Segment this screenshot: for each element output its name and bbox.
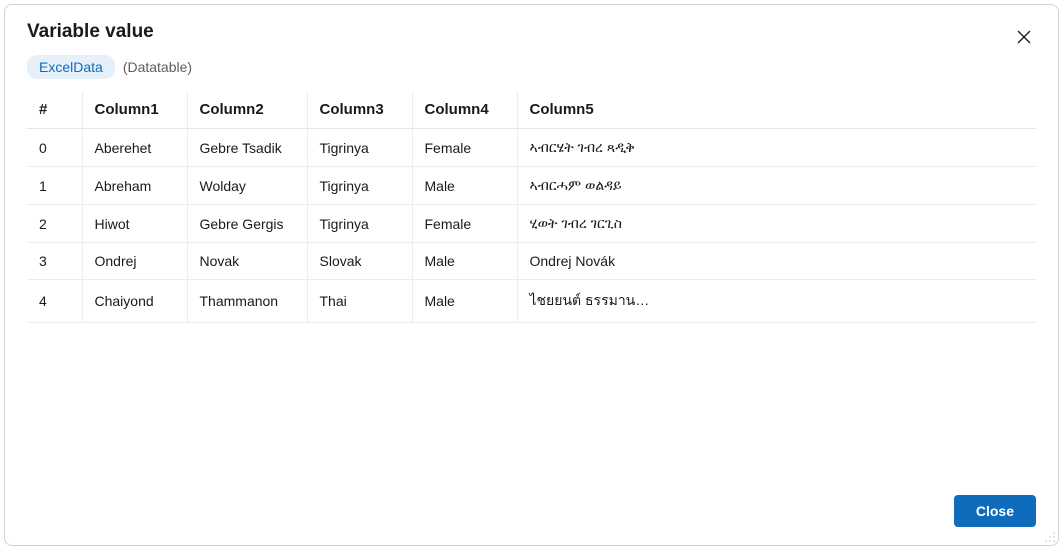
cell-c5: ኣብርሄት ገብረ ጻዲቅ	[517, 129, 662, 167]
cell-filler	[662, 243, 1036, 280]
table-row[interactable]: 2HiwotGebre GergisTigrinyaFemaleሂወት ገብረ …	[27, 205, 1036, 243]
datatable: # Column1 Column2 Column3 Column4 Column…	[27, 91, 1036, 323]
variable-value-dialog: Variable value ExcelData (Datatable) # C…	[4, 4, 1059, 546]
cell-c3: Tigrinya	[307, 167, 412, 205]
cell-c1: Hiwot	[82, 205, 187, 243]
cell-filler	[662, 167, 1036, 205]
cell-c5: ไชยยนต์ ธรรมานนท์	[517, 280, 662, 323]
cell-c3: Tigrinya	[307, 129, 412, 167]
dialog-footer: Close	[5, 481, 1058, 545]
cell-filler	[662, 129, 1036, 167]
header-column2[interactable]: Column2	[187, 91, 307, 129]
cell-c1: Chaiyond	[82, 280, 187, 323]
resize-grip-icon[interactable]	[1042, 529, 1056, 543]
table-row[interactable]: 3OndrejNovakSlovakMaleOndrej Novák	[27, 243, 1036, 280]
dialog-header: Variable value	[5, 5, 1058, 47]
table-row[interactable]: 4ChaiyondThammanonThaiMaleไชยยนต์ ธรรมาน…	[27, 280, 1036, 323]
cell-c2: Thammanon	[187, 280, 307, 323]
variable-name-chip[interactable]: ExcelData	[27, 55, 115, 79]
cell-c3: Slovak	[307, 243, 412, 280]
cell-c4: Male	[412, 167, 517, 205]
close-icon	[1017, 30, 1031, 44]
variable-info: ExcelData (Datatable)	[5, 47, 1058, 91]
table-row[interactable]: 1AbrehamWoldayTigrinyaMaleኣብርሓም ወልዳይ	[27, 167, 1036, 205]
header-index[interactable]: #	[27, 91, 82, 129]
header-filler	[662, 91, 1036, 129]
header-column3[interactable]: Column3	[307, 91, 412, 129]
close-icon-button[interactable]	[1008, 21, 1040, 53]
cell-c2: Novak	[187, 243, 307, 280]
cell-index: 2	[27, 205, 82, 243]
header-column4[interactable]: Column4	[412, 91, 517, 129]
header-column1[interactable]: Column1	[82, 91, 187, 129]
cell-c5: Ondrej Novák	[517, 243, 662, 280]
cell-index: 1	[27, 167, 82, 205]
cell-filler	[662, 205, 1036, 243]
cell-c1: Ondrej	[82, 243, 187, 280]
cell-c1: Abreham	[82, 167, 187, 205]
cell-c5: ሂወት ገብረ ገርጊስ	[517, 205, 662, 243]
cell-c4: Female	[412, 205, 517, 243]
cell-index: 3	[27, 243, 82, 280]
cell-c4: Male	[412, 243, 517, 280]
table-row[interactable]: 0AberehetGebre TsadikTigrinyaFemaleኣብርሄት…	[27, 129, 1036, 167]
variable-type-label: (Datatable)	[123, 59, 192, 75]
cell-c3: Thai	[307, 280, 412, 323]
header-column5[interactable]: Column5	[517, 91, 662, 129]
cell-c2: Gebre Gergis	[187, 205, 307, 243]
datatable-container: # Column1 Column2 Column3 Column4 Column…	[5, 91, 1058, 481]
cell-filler	[662, 280, 1036, 323]
cell-c2: Wolday	[187, 167, 307, 205]
cell-index: 4	[27, 280, 82, 323]
cell-c2: Gebre Tsadik	[187, 129, 307, 167]
close-button[interactable]: Close	[954, 495, 1036, 527]
cell-index: 0	[27, 129, 82, 167]
cell-c1: Aberehet	[82, 129, 187, 167]
cell-c5: ኣብርሓም ወልዳይ	[517, 167, 662, 205]
cell-c4: Female	[412, 129, 517, 167]
dialog-title: Variable value	[27, 21, 154, 43]
cell-c3: Tigrinya	[307, 205, 412, 243]
cell-c4: Male	[412, 280, 517, 323]
table-header-row: # Column1 Column2 Column3 Column4 Column…	[27, 91, 1036, 129]
